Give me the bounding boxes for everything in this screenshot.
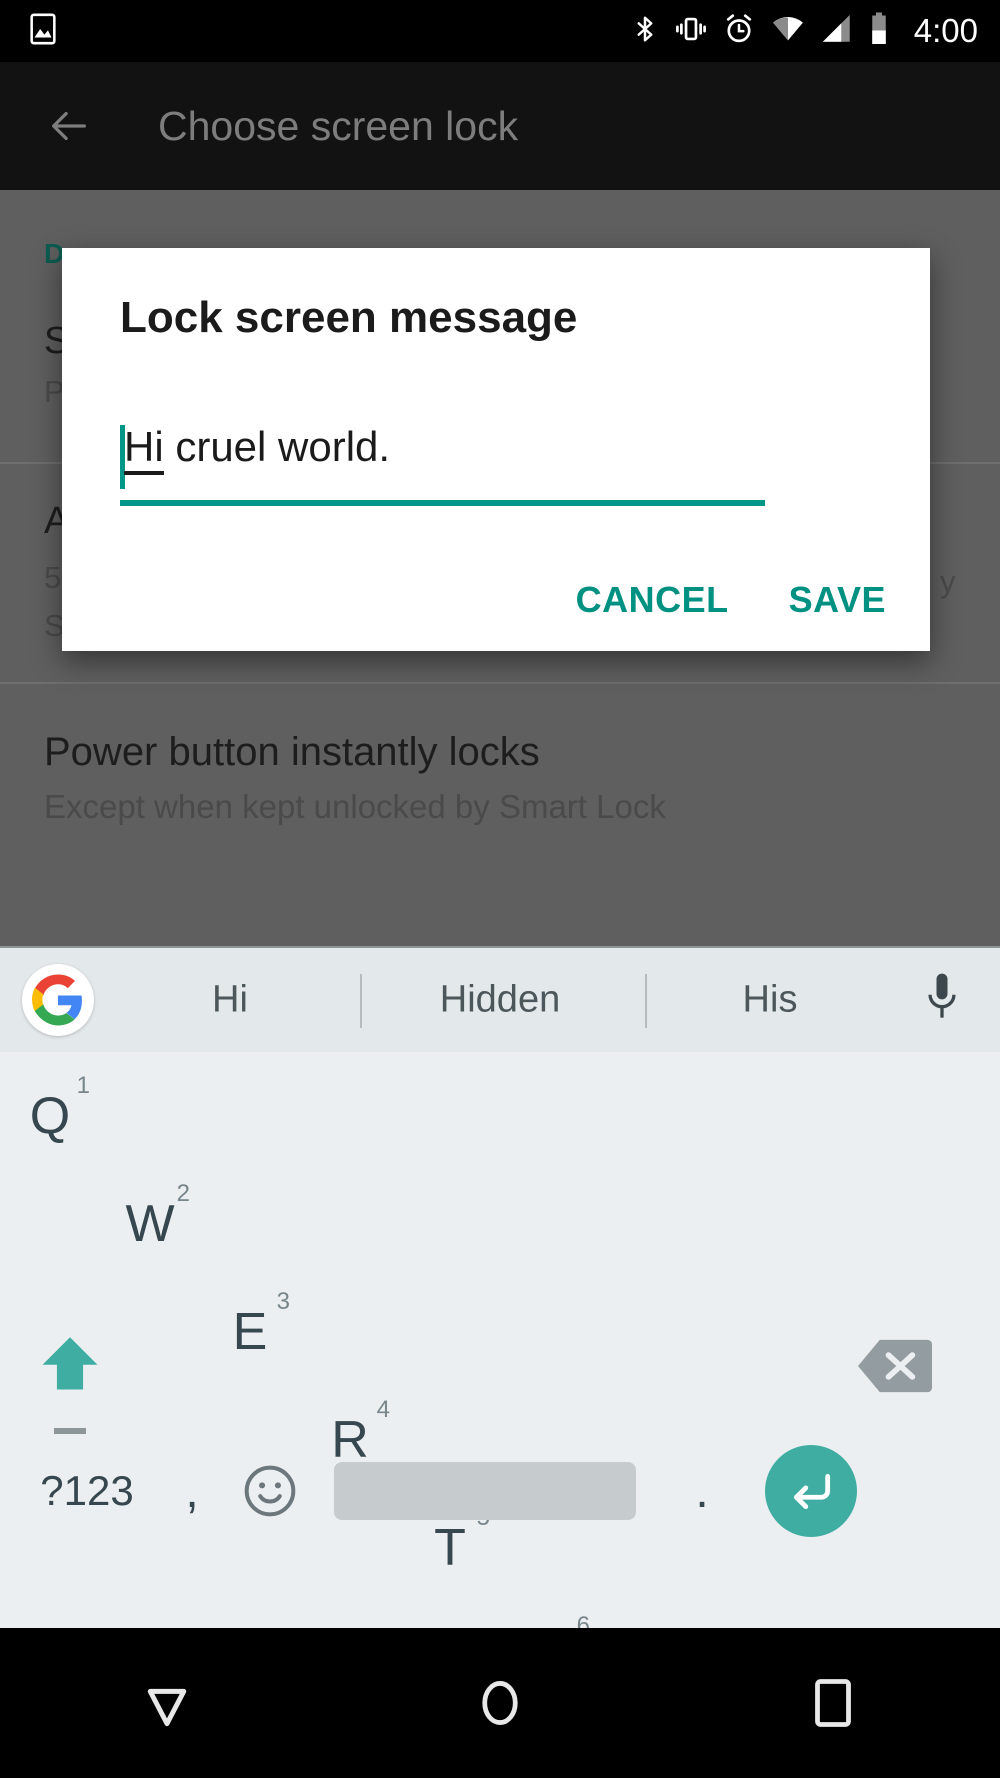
key-Q[interactable]: Q 1 <box>0 1062 100 1170</box>
rest-text: cruel world. <box>163 423 391 470</box>
status-bar-left-icons <box>26 12 60 51</box>
space-bar[interactable] <box>334 1437 636 1545</box>
cellular-signal-icon <box>820 12 854 51</box>
comma-key[interactable]: , <box>150 1437 234 1545</box>
status-bar: 4:00 <box>0 0 1000 62</box>
back-down-icon[interactable] <box>107 1648 227 1758</box>
suggestion-separator <box>360 974 362 1028</box>
suggestion-1[interactable]: Hidden <box>440 979 560 1022</box>
suggestion-separator <box>645 974 647 1028</box>
page-title: Choose screen lock <box>158 102 519 149</box>
recents-square-icon[interactable] <box>773 1648 893 1758</box>
emoji-smiley-icon[interactable] <box>228 1437 312 1545</box>
keyboard-suggestion-strip: Hi Hidden His <box>0 946 1000 1052</box>
save-button[interactable]: SAVE <box>789 579 886 621</box>
key-label: W <box>125 1195 175 1253</box>
key-superscript: 2 <box>176 1180 190 1207</box>
lock-screen-message-dialog: Lock screen message Hi cruel world. CANC… <box>62 248 930 651</box>
key-W[interactable]: W 2 <box>100 1170 200 1278</box>
battery-icon <box>868 11 890 52</box>
shift-key[interactable] <box>18 1312 122 1434</box>
key-label: E <box>232 1303 268 1361</box>
space-bar-surface <box>334 1462 636 1520</box>
bluetooth-icon <box>630 12 660 51</box>
google-g-icon[interactable] <box>22 964 94 1036</box>
android-screen: 4:00 Choose screen lock D S P A 5 S y Po… <box>0 0 1000 1778</box>
list-item-right-partial: y <box>940 564 956 599</box>
wifi-icon <box>770 12 806 51</box>
soft-keyboard: Q 1 W 2 E 3 R 4 T 5 Y 6 U 7 I 8 <box>0 1052 1000 1778</box>
period-key[interactable]: . <box>660 1437 744 1545</box>
key-E[interactable]: E 3 <box>200 1278 300 1386</box>
photo-icon <box>26 12 60 51</box>
dialog-action-row: CANCEL SAVE <box>576 579 886 621</box>
back-arrow-icon[interactable] <box>46 103 92 149</box>
power-button-row-title[interactable]: Power button instantly locks <box>44 730 540 775</box>
enter-key[interactable] <box>765 1437 857 1545</box>
microphone-icon[interactable] <box>920 970 964 1031</box>
lock-message-input[interactable]: Hi cruel world. <box>120 423 765 497</box>
backspace-key[interactable] <box>840 1312 950 1420</box>
enter-key-circle <box>765 1445 857 1537</box>
key-superscript: 3 <box>276 1288 290 1315</box>
cancel-button[interactable]: CANCEL <box>576 579 729 621</box>
shift-active-indicator <box>54 1428 86 1434</box>
power-button-row-subtitle: Except when kept unlocked by Smart Lock <box>44 788 666 825</box>
symbols-key[interactable]: ?123 <box>12 1437 162 1545</box>
navigation-bar <box>0 1628 1000 1778</box>
list-item-subtitle-partial-2: 5 <box>44 560 62 595</box>
key-superscript: 1 <box>76 1072 90 1099</box>
dialog-title: Lock screen message <box>120 293 578 342</box>
status-bar-right-icons: 4:00 <box>630 11 978 52</box>
key-superscript: 4 <box>376 1396 390 1423</box>
input-underline <box>120 500 765 506</box>
list-divider <box>0 682 1000 684</box>
app-bar: Choose screen lock <box>0 62 1000 190</box>
composing-text: Hi <box>124 423 164 475</box>
suggestion-0[interactable]: Hi <box>212 979 248 1022</box>
home-circle-icon[interactable] <box>440 1648 560 1758</box>
vibrate-icon <box>674 12 708 51</box>
alarm-icon <box>722 12 756 51</box>
status-bar-clock: 4:00 <box>913 12 978 49</box>
suggestion-2[interactable]: His <box>743 979 798 1022</box>
key-label: Q <box>29 1087 71 1145</box>
input-value: Hi cruel world. <box>124 423 391 475</box>
